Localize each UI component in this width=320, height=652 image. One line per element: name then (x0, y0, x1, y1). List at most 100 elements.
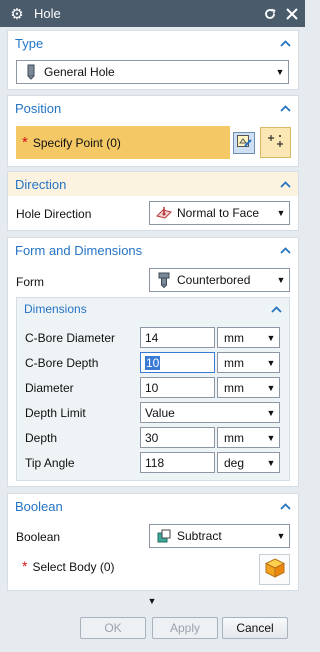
c-bore-depth-label: C-Bore Depth (25, 356, 99, 370)
diameter-value: 10 (145, 380, 159, 395)
position-header[interactable]: Position (8, 96, 298, 120)
more-options-arrow-icon[interactable]: ▼ (144, 595, 160, 607)
tip-angle-input[interactable]: 118 (140, 452, 215, 473)
form-dimensions-header-label: Form and Dimensions (15, 242, 143, 258)
hole-direction-label: Hole Direction (16, 207, 92, 221)
depth-limit-value: Value (145, 405, 175, 420)
c-bore-diameter-label: C-Bore Diameter (25, 331, 116, 345)
ok-button-label: OK (104, 621, 122, 635)
sketch-icon (236, 134, 252, 153)
select-body-button[interactable] (259, 554, 290, 585)
close-icon[interactable] (283, 5, 301, 23)
unit-value: mm (224, 355, 244, 370)
c-bore-depth-value: 10 (145, 355, 161, 370)
hole-type-dropdown[interactable]: General Hole ▼ (16, 60, 289, 84)
unit-value: mm (224, 380, 244, 395)
apply-button-label: Apply (169, 621, 201, 635)
type-header-label: Type (15, 35, 44, 51)
c-bore-diameter-value: 14 (145, 330, 159, 345)
point-dialog-button[interactable] (260, 127, 291, 158)
specify-point-field[interactable]: * Specify Point (0) (16, 126, 230, 159)
unit-value: deg (224, 455, 245, 470)
chevron-down-icon: ▼ (266, 432, 276, 443)
direction-header-label: Direction (15, 176, 67, 192)
chevron-down-icon: ▼ (275, 67, 285, 77)
unit-value: mm (224, 330, 244, 345)
direction-panel: Direction Hole Direction Normal to Face … (7, 171, 299, 231)
boolean-dropdown[interactable]: Subtract ▼ (149, 524, 290, 548)
diameter-unit[interactable]: mm ▼ (217, 377, 280, 398)
sketch-section-button[interactable] (233, 132, 255, 154)
unit-value: mm (224, 430, 244, 445)
chevron-up-icon[interactable] (267, 305, 285, 313)
c-bore-diameter-input[interactable]: 14 (140, 327, 215, 348)
chevron-up-icon[interactable] (276, 39, 294, 47)
select-body-row[interactable]: * Select Body (0) (22, 558, 115, 574)
chevron-down-icon: ▼ (266, 407, 276, 418)
depth-limit-label: Depth Limit (25, 406, 86, 420)
dialog-title: Hole (34, 6, 61, 21)
boolean-value: Subtract (177, 529, 222, 543)
boolean-header[interactable]: Boolean (8, 494, 298, 518)
type-header[interactable]: Type (8, 31, 298, 55)
tip-angle-unit[interactable]: deg ▼ (217, 452, 280, 473)
required-mark: * (22, 134, 28, 151)
title-bar: ⚙ Hole (0, 0, 305, 27)
counterbored-icon (155, 271, 173, 289)
chevron-down-icon: ▼ (266, 357, 276, 368)
subtract-icon (155, 527, 173, 545)
reset-icon[interactable] (261, 5, 279, 23)
diameter-input[interactable]: 10 (140, 377, 215, 398)
c-bore-diameter-unit[interactable]: mm ▼ (217, 327, 280, 348)
boolean-panel: Boolean Boolean Subtract ▼ * Select Body … (7, 493, 299, 591)
c-bore-depth-unit[interactable]: mm ▼ (217, 352, 280, 373)
chevron-down-icon: ▼ (276, 275, 286, 285)
specify-point-label: Specify Point (0) (32, 135, 121, 150)
form-dimensions-panel: Form and Dimensions Form Counterbored ▼ … (7, 237, 299, 487)
depth-limit-dropdown[interactable]: Value ▼ (140, 402, 280, 423)
form-dimensions-header[interactable]: Form and Dimensions (8, 238, 298, 262)
solid-body-icon (264, 557, 286, 582)
hole-direction-dropdown[interactable]: Normal to Face ▼ (149, 201, 290, 225)
cancel-button-label: Cancel (236, 621, 274, 635)
hole-type-value: General Hole (44, 65, 115, 79)
form-value: Counterbored (177, 273, 251, 287)
dimensions-header-label: Dimensions (24, 302, 87, 316)
general-hole-icon (22, 63, 40, 81)
chevron-down-icon: ▼ (266, 332, 276, 343)
dimensions-header[interactable]: Dimensions (17, 298, 289, 320)
chevron-down-icon: ▼ (266, 457, 276, 468)
chevron-up-icon[interactable] (276, 502, 294, 510)
required-mark: * (22, 558, 28, 574)
chevron-down-icon: ▼ (276, 208, 286, 218)
point-plus-icon (266, 133, 286, 152)
cancel-button[interactable]: Cancel (222, 617, 288, 639)
diameter-label: Diameter (25, 381, 74, 395)
chevron-down-icon: ▼ (276, 531, 286, 541)
chevron-up-icon[interactable] (276, 180, 294, 188)
position-panel: Position * Specify Point (0) (7, 95, 299, 167)
hole-direction-value: Normal to Face (177, 206, 260, 220)
tip-angle-label: Tip Angle (25, 456, 75, 470)
depth-value: 30 (145, 430, 159, 445)
position-header-label: Position (15, 100, 62, 116)
depth-unit[interactable]: mm ▼ (217, 427, 280, 448)
boolean-header-label: Boolean (15, 498, 63, 514)
type-panel: Type General Hole ▼ (7, 30, 299, 90)
normal-to-face-icon (155, 204, 173, 222)
apply-button[interactable]: Apply (152, 617, 218, 639)
gear-icon[interactable]: ⚙ (8, 5, 26, 23)
direction-header[interactable]: Direction (8, 172, 298, 196)
boolean-label: Boolean (16, 530, 61, 544)
select-body-label: Select Body (0) (32, 560, 115, 574)
depth-label: Depth (25, 431, 58, 445)
form-label: Form (16, 275, 44, 289)
tip-angle-value: 118 (145, 455, 165, 470)
c-bore-depth-input[interactable]: 10 (140, 352, 215, 373)
chevron-down-icon: ▼ (266, 382, 276, 393)
chevron-up-icon[interactable] (276, 246, 294, 254)
depth-input[interactable]: 30 (140, 427, 215, 448)
form-dropdown[interactable]: Counterbored ▼ (149, 268, 290, 292)
ok-button[interactable]: OK (80, 617, 146, 639)
chevron-up-icon[interactable] (276, 104, 294, 112)
